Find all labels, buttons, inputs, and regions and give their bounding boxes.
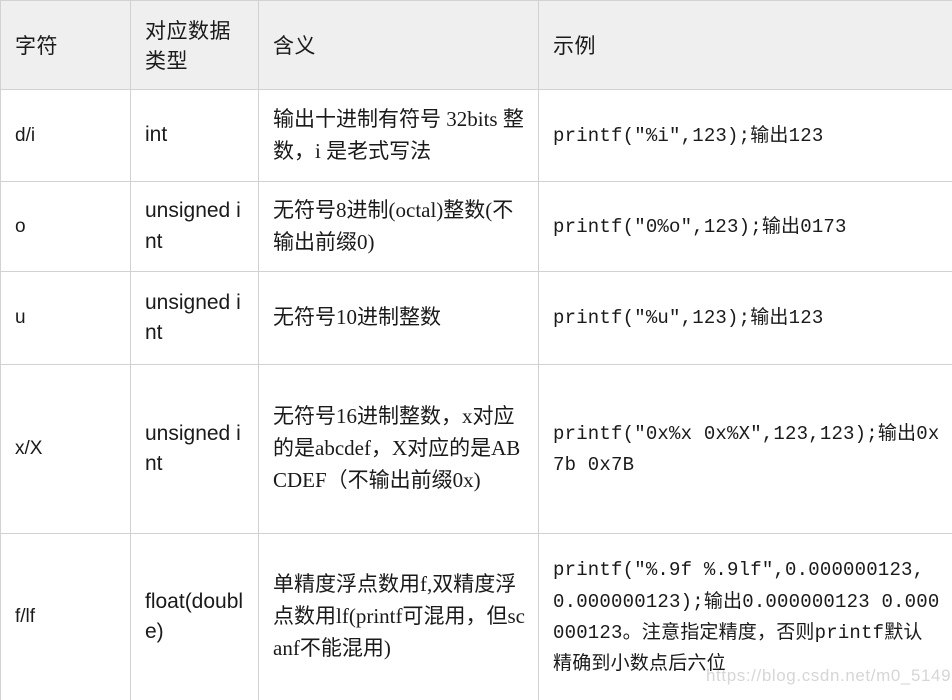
cell-data-type: int xyxy=(130,89,259,182)
cell-character: x/X xyxy=(0,364,131,534)
cell-character: o xyxy=(0,181,131,272)
table-header-row: 字符 对应数据类型 含义 示例 xyxy=(0,0,952,90)
column-header-data-type: 对应数据类型 xyxy=(130,0,259,90)
table-row: d/i int 输出十进制有符号 32bits 整数，i 是老式写法 print… xyxy=(0,89,952,182)
table-row: x/X unsigned int 无符号16进制整数，x对应的是abcdef，X… xyxy=(0,364,952,534)
example-code: printf("%.9f %.9lf",0.000000123,0.000000… xyxy=(553,559,940,676)
cell-meaning: 输出十进制有符号 32bits 整数，i 是老式写法 xyxy=(258,89,539,182)
cell-meaning: 无符号10进制整数 xyxy=(258,271,539,365)
table-body: d/i int 输出十进制有符号 32bits 整数，i 是老式写法 print… xyxy=(0,89,952,700)
table-row: o unsigned int 无符号8进制(octal)整数(不输出前缀0) p… xyxy=(0,181,952,272)
cell-character: u xyxy=(0,271,131,365)
format-specifier-table: 字符 对应数据类型 含义 示例 d/i int 输出十进制有符号 32bits … xyxy=(0,0,952,700)
example-code: printf("%u",123);输出123 xyxy=(553,307,824,330)
cell-example: printf("%.9f %.9lf",0.000000123,0.000000… xyxy=(538,533,952,700)
example-code: printf("0x%x 0x%X",123,123);输出0x7b 0x7B xyxy=(553,422,940,476)
cell-meaning: 单精度浮点数用f,双精度浮点数用lf(printf可混用，但scanf不能混用) xyxy=(258,533,539,700)
table-row: f/lf float(double) 单精度浮点数用f,双精度浮点数用lf(pr… xyxy=(0,533,952,700)
cell-example: printf("0x%x 0x%X",123,123);输出0x7b 0x7B xyxy=(538,364,952,534)
column-header-meaning: 含义 xyxy=(258,0,539,90)
example-code: printf("0%o",123);输出0173 xyxy=(553,215,847,238)
cell-example: printf("%i",123);输出123 xyxy=(538,89,952,182)
format-specifier-table-container: 字符 对应数据类型 含义 示例 d/i int 输出十进制有符号 32bits … xyxy=(0,0,952,700)
cell-meaning: 无符号8进制(octal)整数(不输出前缀0) xyxy=(258,181,539,272)
cell-character: f/lf xyxy=(0,533,131,700)
cell-data-type: float(double) xyxy=(130,533,259,700)
cell-character: d/i xyxy=(0,89,131,182)
cell-data-type: unsigned int xyxy=(130,271,259,365)
cell-data-type: unsigned int xyxy=(130,364,259,534)
table-row: u unsigned int 无符号10进制整数 printf("%u",123… xyxy=(0,271,952,365)
column-header-character: 字符 xyxy=(0,0,131,90)
cell-meaning: 无符号16进制整数，x对应的是abcdef，X对应的是ABCDEF（不输出前缀0… xyxy=(258,364,539,534)
table-header: 字符 对应数据类型 含义 示例 xyxy=(0,0,952,90)
cell-data-type: unsigned int xyxy=(130,181,259,272)
example-code: printf("%i",123);输出123 xyxy=(553,124,824,147)
cell-example: printf("0%o",123);输出0173 xyxy=(538,181,952,272)
column-header-example: 示例 xyxy=(538,0,952,90)
cell-example: printf("%u",123);输出123 xyxy=(538,271,952,365)
